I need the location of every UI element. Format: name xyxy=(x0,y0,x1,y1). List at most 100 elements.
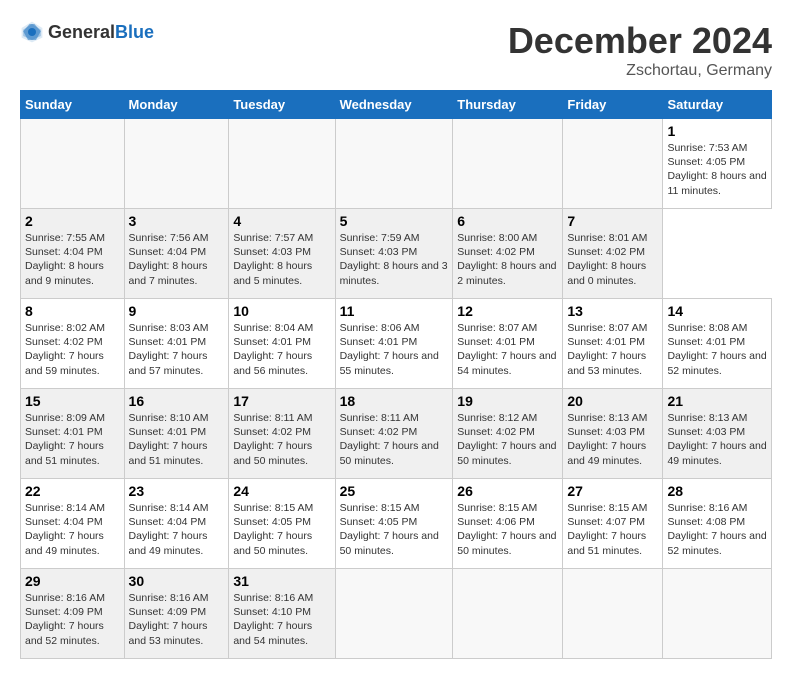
day-number: 22 xyxy=(25,483,120,499)
day-info: Sunrise: 8:10 AMSunset: 4:01 PMDaylight:… xyxy=(129,411,225,468)
page-header: General Blue December 2024 Zschortau, Ge… xyxy=(20,20,772,80)
day-number: 11 xyxy=(340,303,449,319)
day-info: Sunrise: 8:11 AMSunset: 4:02 PMDaylight:… xyxy=(340,411,449,468)
calendar-day-cell: 12 Sunrise: 8:07 AMSunset: 4:01 PMDayligh… xyxy=(453,299,563,389)
calendar-week-row: 2Sunrise: 7:55 AMSunset: 4:04 PMDaylight… xyxy=(21,209,772,299)
empty-cell xyxy=(663,569,772,659)
weekday-header-wednesday: Wednesday xyxy=(335,91,453,119)
calendar-day-cell: 14Sunrise: 8:08 AMSunset: 4:01 PMDayligh… xyxy=(663,299,772,389)
day-number: 12 xyxy=(457,303,558,319)
calendar-day-cell: 29Sunrise: 8:16 AMSunset: 4:09 PMDayligh… xyxy=(21,569,125,659)
empty-cell xyxy=(21,119,125,209)
day-info: Sunrise: 8:07 AMSunset: 4:01 PMDaylight:… xyxy=(567,321,658,378)
weekday-header-tuesday: Tuesday xyxy=(229,91,335,119)
calendar-day-cell: 5 Sunrise: 7:59 AMSunset: 4:03 PMDaylight… xyxy=(335,209,453,299)
calendar-table: SundayMondayTuesdayWednesdayThursdayFrid… xyxy=(20,90,772,659)
day-info: Sunrise: 8:13 AMSunset: 4:03 PMDaylight:… xyxy=(567,411,658,468)
day-info: Sunrise: 7:59 AMSunset: 4:03 PMDaylight:… xyxy=(340,231,449,288)
day-info: Sunrise: 8:14 AMSunset: 4:04 PMDaylight:… xyxy=(25,501,120,558)
calendar-day-cell: 30 Sunrise: 8:16 AMSunset: 4:09 PMDayligh… xyxy=(124,569,229,659)
calendar-day-cell: 21Sunrise: 8:13 AMSunset: 4:03 PMDayligh… xyxy=(663,389,772,479)
weekday-header-saturday: Saturday xyxy=(663,91,772,119)
day-number: 5 xyxy=(340,213,449,229)
calendar-day-cell: 4 Sunrise: 7:57 AMSunset: 4:03 PMDaylight… xyxy=(229,209,335,299)
calendar-day-cell: 13Sunrise: 8:07 AMSunset: 4:01 PMDayligh… xyxy=(563,299,663,389)
day-info: Sunrise: 8:16 AMSunset: 4:09 PMDaylight:… xyxy=(129,591,225,648)
day-number: 25 xyxy=(340,483,449,499)
day-number: 15 xyxy=(25,393,120,409)
empty-cell xyxy=(453,569,563,659)
day-number: 17 xyxy=(233,393,330,409)
calendar-day-cell: 1 Sunrise: 7:53 AMSunset: 4:05 PMDaylight… xyxy=(663,119,772,209)
calendar-day-cell: 15 Sunrise: 8:09 AMSunset: 4:01 PMDayligh… xyxy=(21,389,125,479)
calendar-day-cell: 22 Sunrise: 8:14 AMSunset: 4:04 PMDayligh… xyxy=(21,479,125,569)
day-info: Sunrise: 8:06 AMSunset: 4:01 PMDaylight:… xyxy=(340,321,449,378)
day-info: Sunrise: 8:15 AMSunset: 4:05 PMDaylight:… xyxy=(233,501,330,558)
calendar-day-cell: 28 Sunrise: 8:16 AMSunset: 4:08 PMDayligh… xyxy=(663,479,772,569)
day-number: 29 xyxy=(25,573,120,589)
calendar-day-cell: 31 Sunrise: 8:16 AMSunset: 4:10 PMDayligh… xyxy=(229,569,335,659)
day-number: 4 xyxy=(233,213,330,229)
day-info: Sunrise: 8:15 AMSunset: 4:05 PMDaylight:… xyxy=(340,501,449,558)
day-number: 28 xyxy=(667,483,767,499)
weekday-header-monday: Monday xyxy=(124,91,229,119)
day-number: 14 xyxy=(667,303,767,319)
day-number: 20 xyxy=(567,393,658,409)
calendar-day-cell: 20 Sunrise: 8:13 AMSunset: 4:03 PMDayligh… xyxy=(563,389,663,479)
day-info: Sunrise: 8:09 AMSunset: 4:01 PMDaylight:… xyxy=(25,411,120,468)
logo-icon xyxy=(20,20,44,44)
calendar-week-row: 29 Sunrise: 8:16 AMSunset: 4:09 PMDayligh… xyxy=(21,569,772,659)
calendar-week-row: 1 Sunrise: 7:53 AMSunset: 4:05 PMDaylight… xyxy=(21,119,772,209)
day-number: 27 xyxy=(567,483,658,499)
day-info: Sunrise: 7:57 AMSunset: 4:03 PMDaylight:… xyxy=(233,231,330,288)
day-info: Sunrise: 8:00 AMSunset: 4:02 PMDaylight:… xyxy=(457,231,558,288)
day-number: 30 xyxy=(129,573,225,589)
calendar-week-row: 8Sunrise: 8:02 AMSunset: 4:02 PMDaylight… xyxy=(21,299,772,389)
day-info: Sunrise: 8:15 AMSunset: 4:07 PMDaylight:… xyxy=(567,501,658,558)
day-info: Sunrise: 8:02 AMSunset: 4:02 PMDaylight:… xyxy=(25,321,120,378)
empty-cell xyxy=(563,569,663,659)
calendar-day-cell: 18 Sunrise: 8:11 AMSunset: 4:02 PMDayligh… xyxy=(335,389,453,479)
day-info: Sunrise: 8:01 AMSunset: 4:02 PMDaylight:… xyxy=(567,231,658,288)
logo-blue-text: Blue xyxy=(115,22,154,43)
day-info: Sunrise: 8:03 AMSunset: 4:01 PMDaylight:… xyxy=(129,321,225,378)
day-number: 23 xyxy=(129,483,225,499)
empty-cell xyxy=(335,569,453,659)
day-number: 24 xyxy=(233,483,330,499)
day-info: Sunrise: 8:04 AMSunset: 4:01 PMDaylight:… xyxy=(233,321,330,378)
calendar-day-cell: 26 Sunrise: 8:15 AMSunset: 4:06 PMDayligh… xyxy=(453,479,563,569)
day-info: Sunrise: 8:16 AMSunset: 4:08 PMDaylight:… xyxy=(667,501,767,558)
calendar-day-cell: 2Sunrise: 7:55 AMSunset: 4:04 PMDaylight… xyxy=(21,209,125,299)
calendar-day-cell: 27 Sunrise: 8:15 AMSunset: 4:07 PMDayligh… xyxy=(563,479,663,569)
day-number: 1 xyxy=(667,123,767,139)
day-info: Sunrise: 7:55 AMSunset: 4:04 PMDaylight:… xyxy=(25,231,120,288)
day-number: 31 xyxy=(233,573,330,589)
empty-cell xyxy=(563,119,663,209)
calendar-day-cell: 17 Sunrise: 8:11 AMSunset: 4:02 PMDayligh… xyxy=(229,389,335,479)
day-info: Sunrise: 8:07 AMSunset: 4:01 PMDaylight:… xyxy=(457,321,558,378)
day-info: Sunrise: 8:12 AMSunset: 4:02 PMDaylight:… xyxy=(457,411,558,468)
day-number: 3 xyxy=(129,213,225,229)
day-number: 10 xyxy=(233,303,330,319)
weekday-header-sunday: Sunday xyxy=(21,91,125,119)
day-number: 18 xyxy=(340,393,449,409)
calendar-day-cell: 9Sunrise: 8:03 AMSunset: 4:01 PMDaylight… xyxy=(124,299,229,389)
day-info: Sunrise: 8:15 AMSunset: 4:06 PMDaylight:… xyxy=(457,501,558,558)
calendar-week-row: 22 Sunrise: 8:14 AMSunset: 4:04 PMDayligh… xyxy=(21,479,772,569)
calendar-day-cell: 19Sunrise: 8:12 AMSunset: 4:02 PMDayligh… xyxy=(453,389,563,479)
empty-cell xyxy=(229,119,335,209)
calendar-day-cell: 7Sunrise: 8:01 AMSunset: 4:02 PMDaylight… xyxy=(563,209,663,299)
day-info: Sunrise: 8:16 AMSunset: 4:10 PMDaylight:… xyxy=(233,591,330,648)
title-block: December 2024 Zschortau, Germany xyxy=(508,20,772,80)
empty-cell xyxy=(124,119,229,209)
calendar-day-cell: 8Sunrise: 8:02 AMSunset: 4:02 PMDaylight… xyxy=(21,299,125,389)
calendar-day-cell: 6Sunrise: 8:00 AMSunset: 4:02 PMDaylight… xyxy=(453,209,563,299)
weekday-header-row: SundayMondayTuesdayWednesdayThursdayFrid… xyxy=(21,91,772,119)
logo: General Blue xyxy=(20,20,154,44)
day-info: Sunrise: 8:13 AMSunset: 4:03 PMDaylight:… xyxy=(667,411,767,468)
day-number: 16 xyxy=(129,393,225,409)
calendar-day-cell: 24 Sunrise: 8:15 AMSunset: 4:05 PMDayligh… xyxy=(229,479,335,569)
day-number: 26 xyxy=(457,483,558,499)
day-info: Sunrise: 7:53 AMSunset: 4:05 PMDaylight:… xyxy=(667,141,767,198)
day-info: Sunrise: 8:11 AMSunset: 4:02 PMDaylight:… xyxy=(233,411,330,468)
